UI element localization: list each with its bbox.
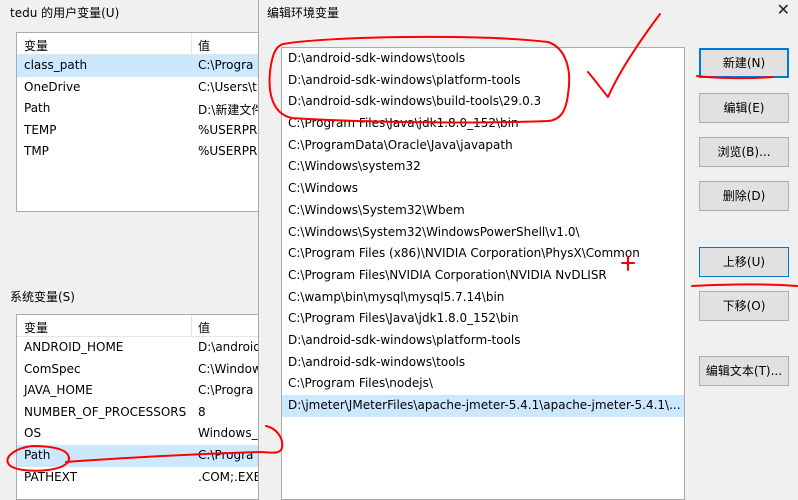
environment-variables-window: tedu 的用户变量(U) 变量 值 class_path C:\Progra … bbox=[0, 0, 270, 500]
user-var-row[interactable]: OneDrive C:\Users\t bbox=[17, 77, 269, 99]
system-var-row[interactable]: ANDROID_HOME D:\android bbox=[17, 337, 269, 359]
var-name: TMP bbox=[24, 144, 49, 159]
var-name: class_path bbox=[24, 58, 88, 72]
user-variables-header: 变量 值 bbox=[17, 33, 269, 55]
path-item-selected[interactable]: D:\jmeter\JMeterFiles\apache-jmeter-5.4.… bbox=[282, 395, 684, 417]
var-value: 8 bbox=[198, 404, 206, 419]
var-value: D:\新建文件 bbox=[198, 103, 264, 118]
system-var-row[interactable]: ComSpec C:\Window bbox=[17, 359, 269, 381]
path-item[interactable]: D:\android-sdk-windows\platform-tools bbox=[282, 70, 684, 92]
var-name: OneDrive bbox=[24, 79, 81, 94]
dialog-title: 编辑环境变量 bbox=[267, 6, 340, 20]
var-name: PATHEXT bbox=[24, 469, 78, 484]
path-item[interactable]: C:\Windows\System32\Wbem bbox=[282, 200, 684, 222]
var-name: ANDROID_HOME bbox=[24, 340, 124, 354]
system-var-row[interactable]: PATHEXT .COM;.EXE bbox=[17, 467, 269, 489]
var-name: Path bbox=[24, 101, 51, 116]
var-value: %USERPR bbox=[198, 144, 258, 159]
user-var-row[interactable]: TMP %USERPR bbox=[17, 141, 269, 163]
var-value: C:\Progra bbox=[198, 383, 254, 398]
var-name: Path bbox=[24, 447, 51, 462]
var-name: OS bbox=[24, 426, 42, 441]
user-var-row[interactable]: TEMP %USERPR bbox=[17, 120, 269, 142]
path-list[interactable]: D:\android-sdk-windows\tools D:\android-… bbox=[281, 47, 685, 500]
edit-button[interactable]: 编辑(E) bbox=[699, 93, 789, 123]
system-var-row[interactable]: NUMBER_OF_PROCESSORS 8 bbox=[17, 402, 269, 424]
var-name: NUMBER_OF_PROCESSORS bbox=[24, 404, 187, 419]
path-item[interactable]: D:\android-sdk-windows\tools bbox=[282, 48, 684, 70]
header-variable[interactable]: 变量 bbox=[24, 319, 48, 336]
var-name: TEMP bbox=[24, 122, 57, 137]
var-value: %USERPR bbox=[198, 122, 258, 137]
path-item[interactable]: D:\android-sdk-windows\build-tools\29.0.… bbox=[282, 91, 684, 113]
delete-button[interactable]: 删除(D) bbox=[699, 181, 789, 211]
path-item[interactable]: D:\android-sdk-windows\tools bbox=[282, 352, 684, 374]
path-item[interactable]: C:\Program Files\Java\jdk1.8.0_152\bin bbox=[282, 308, 684, 330]
user-variables-title: tedu 的用户变量(U) bbox=[10, 6, 120, 20]
browse-button[interactable]: 浏览(B)... bbox=[699, 137, 789, 167]
user-var-row[interactable]: Path D:\新建文件 bbox=[17, 98, 269, 120]
edit-environment-variable-dialog: 编辑环境变量 ✕ D:\android-sdk-windows\tools D:… bbox=[258, 0, 798, 500]
var-value: C:\Progra bbox=[198, 58, 254, 72]
system-var-row[interactable]: JAVA_HOME C:\Progra bbox=[17, 380, 269, 402]
var-value: C:\Window bbox=[198, 361, 262, 376]
path-item[interactable]: C:\wamp\bin\mysql\mysql5.7.14\bin bbox=[282, 287, 684, 309]
system-var-row[interactable]: OS Windows_ bbox=[17, 423, 269, 445]
path-item[interactable]: D:\android-sdk-windows\platform-tools bbox=[282, 330, 684, 352]
path-item[interactable]: C:\Program Files\Java\jdk1.8.0_152\bin bbox=[282, 113, 684, 135]
move-up-button[interactable]: 上移(U) bbox=[699, 247, 789, 277]
var-value: C:\Progra bbox=[198, 447, 254, 462]
var-value: C:\Users\t bbox=[198, 79, 257, 94]
move-down-button[interactable]: 下移(O) bbox=[699, 291, 789, 321]
header-value[interactable]: 值 bbox=[198, 319, 210, 336]
header-value[interactable]: 值 bbox=[198, 37, 210, 54]
system-variables-title: 系统变量(S) bbox=[10, 290, 75, 304]
user-var-row[interactable]: class_path C:\Progra bbox=[17, 55, 269, 77]
var-value: Windows_ bbox=[198, 426, 258, 441]
var-name: JAVA_HOME bbox=[24, 383, 93, 398]
var-value: D:\android bbox=[198, 340, 261, 354]
system-var-row-path[interactable]: Path C:\Progra bbox=[17, 444, 269, 467]
close-icon[interactable]: ✕ bbox=[777, 0, 790, 19]
column-divider[interactable] bbox=[191, 315, 192, 337]
path-item[interactable]: C:\Program Files (x86)\NVIDIA Corporatio… bbox=[282, 243, 684, 265]
path-item[interactable]: C:\Windows bbox=[282, 178, 684, 200]
new-button[interactable]: 新建(N) bbox=[699, 48, 789, 78]
path-item[interactable]: C:\Program Files\NVIDIA Corporation\NVID… bbox=[282, 265, 684, 287]
system-variables-list[interactable]: 变量 值 ANDROID_HOME D:\android ComSpec C:\… bbox=[16, 314, 270, 500]
edit-text-button[interactable]: 编辑文本(T)... bbox=[699, 356, 789, 386]
path-item[interactable]: C:\Windows\system32 bbox=[282, 156, 684, 178]
header-variable[interactable]: 变量 bbox=[24, 37, 48, 54]
column-divider[interactable] bbox=[191, 33, 192, 55]
path-item[interactable]: C:\Program Files\nodejs\ bbox=[282, 373, 684, 395]
path-item[interactable]: C:\Windows\System32\WindowsPowerShell\v1… bbox=[282, 222, 684, 244]
user-variables-list[interactable]: 变量 值 class_path C:\Progra OneDrive C:\Us… bbox=[16, 32, 270, 212]
path-item[interactable]: C:\ProgramData\Oracle\Java\javapath bbox=[282, 135, 684, 157]
var-value: .COM;.EXE bbox=[198, 469, 262, 484]
var-name: ComSpec bbox=[24, 361, 81, 376]
system-variables-header: 变量 值 bbox=[17, 315, 269, 337]
